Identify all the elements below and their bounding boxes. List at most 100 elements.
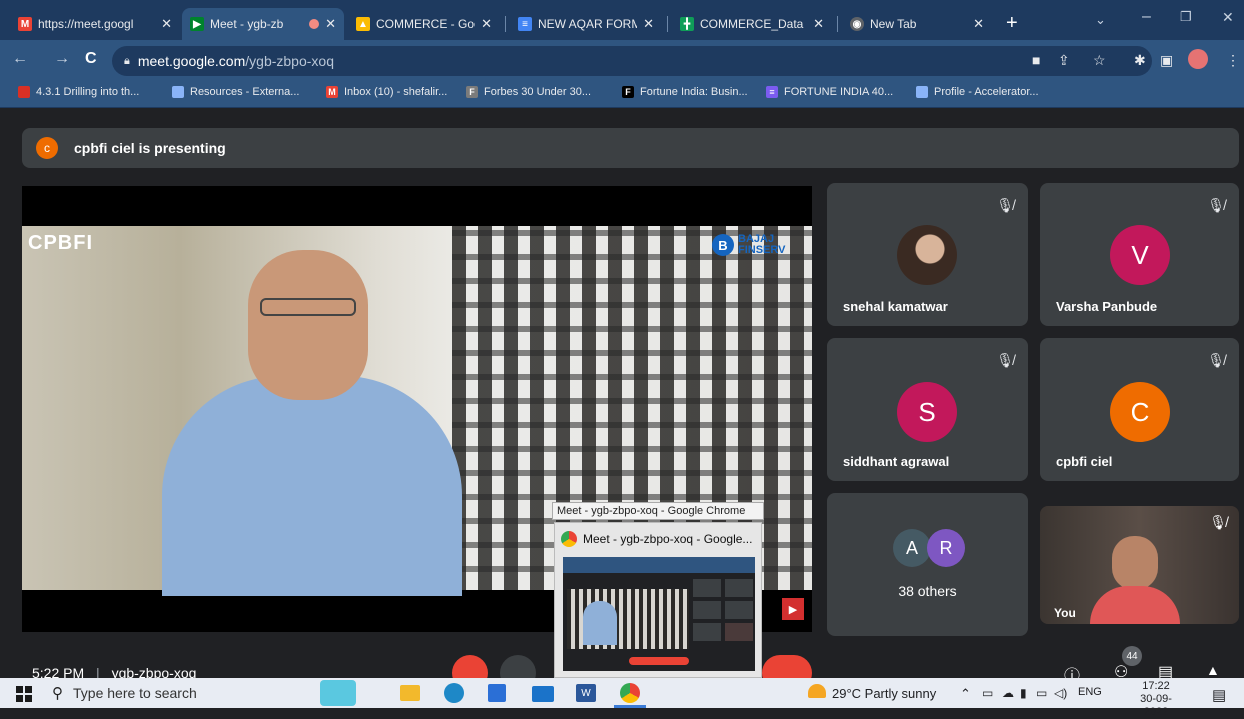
sheets-icon: ╋ [680,17,694,31]
extensions-icon[interactable]: ✱ [1134,52,1146,69]
chrome-taskbar-icon[interactable] [620,683,640,703]
tab-new[interactable]: ◉ New Tab ✕ [842,8,992,40]
taskbar-preview[interactable]: Meet - ygb-zbpo-xoq - Google... [554,522,762,678]
bookmark-doc-icon [172,86,184,98]
tab-divider [505,16,506,32]
bookmark-doc-icon [916,86,928,98]
widgets-icon[interactable] [320,680,356,706]
tray-chevron-icon[interactable]: ⌃ [960,686,971,702]
back-icon[interactable]: ← [12,50,28,68]
fortune-icon: F [622,86,634,98]
close-icon[interactable]: ✕ [325,16,336,32]
forms-icon: ≡ [518,17,532,31]
tab-forms[interactable]: ≡ NEW AQAR FORM/ ✕ [510,8,662,40]
avatar: V [1110,225,1170,285]
self-tile[interactable]: 🎙︎̸ You [1040,506,1239,624]
bajaj-logo-icon: B [712,234,734,256]
reload-icon[interactable]: C [85,50,97,68]
profile-avatar[interactable] [1188,49,1208,69]
file-explorer-icon[interactable] [400,685,420,701]
participant-tile[interactable]: 🎙︎̸ V Varsha Panbude [1040,183,1239,326]
bookmark-item[interactable]: M Inbox (10) - shefalir... [326,86,447,98]
weather-icon [808,684,826,698]
close-icon[interactable]: ✕ [643,16,654,32]
bookmark-item[interactable]: ≡ FORTUNE INDIA 40... [766,86,893,98]
cpbfi-watermark: CPBFI [28,232,93,254]
battery-icon[interactable]: ▭ [1036,686,1047,700]
preview-thumbnail [563,557,755,671]
minimize-icon[interactable]: – [1142,8,1151,26]
address-bar[interactable]: 🔒︎ meet.google.com/ygb-zbpo-xoq [112,46,1152,76]
language-indicator[interactable]: ENG [1078,686,1102,698]
bookmark-item[interactable]: Resources - Externa... [172,86,299,98]
window-close-icon[interactable]: ✕ [1222,9,1234,26]
taskbar-search[interactable]: ⚲ Type here to search [52,680,302,706]
mic-off-icon: 🎙︎̸ [1207,197,1225,213]
bookmark-item[interactable]: Profile - Accelerator... [916,86,1039,98]
list-icon: ≡ [766,86,778,98]
tab-sheets[interactable]: ╋ COMMERCE_Data ✕ [672,8,832,40]
participant-tile[interactable]: 🎙︎̸ C cpbfi ciel [1040,338,1239,481]
edge-icon[interactable] [444,683,464,703]
youtube-icon: ▶ [782,598,804,620]
mic-icon[interactable]: ▮ [1020,686,1027,700]
lock-icon: 🔒︎ [124,54,130,67]
self-face [1112,536,1158,590]
avatar: A [893,529,931,567]
search-icon: ⚲ [52,685,63,702]
others-tile[interactable]: A R 38 others [827,493,1028,636]
avatar: S [897,382,957,442]
gmail-icon: M [326,86,338,98]
star-icon[interactable]: ☆ [1093,52,1106,69]
bookmark-item[interactable]: F Forbes 30 Under 30... [466,86,591,98]
onedrive-icon[interactable]: ☁ [1002,686,1014,700]
mic-off-icon: 🎙︎̸ [996,197,1014,213]
clock[interactable]: 17:22 30-09-2022 [1128,680,1184,719]
window-tooltip: Meet - ygb-zbpo-xoq - Google Chrome [552,502,764,520]
tab-gmail[interactable]: M https://meet.googl ✕ [10,8,180,40]
mic-off-icon: 🎙︎̸ [1207,352,1225,368]
close-icon[interactable]: ✕ [481,16,492,32]
tab-search-icon[interactable]: ⌄ [1095,12,1106,28]
close-icon[interactable]: ✕ [973,16,984,32]
close-icon[interactable]: ✕ [161,16,172,32]
mic-off-icon: 🎙︎̸ [996,352,1014,368]
restore-icon[interactable]: ❐ [1180,9,1192,25]
windows-start-icon[interactable] [16,686,32,702]
share-icon[interactable]: ⇪ [1058,52,1070,69]
avatar: C [1110,382,1170,442]
drive-icon: ▲ [356,17,370,31]
word-icon[interactable]: W [576,684,596,702]
store-icon[interactable] [488,684,506,702]
bookmark-item[interactable]: F Fortune India: Busin... [622,86,748,98]
speaker-shirt [162,376,462,596]
chrome-icon [561,531,577,547]
bookmark-red-icon [18,86,30,98]
speaker-glasses [260,298,356,316]
preview-title: Meet - ygb-zbpo-xoq - Google... [583,532,753,546]
new-tab-button[interactable]: + [1006,12,1018,35]
avatar: R [927,529,965,567]
participant-tile[interactable]: 🎙︎̸ snehal kamatwar [827,183,1028,326]
speaker-face [248,250,368,400]
menu-icon[interactable]: ⋮ [1226,52,1240,69]
volume-icon[interactable]: ◁) [1054,686,1067,700]
weather-text[interactable]: 29°C Partly sunny [832,686,936,701]
tab-drive[interactable]: ▲ COMMERCE - Goo ✕ [348,8,500,40]
forward-icon[interactable]: → [54,50,70,68]
bajaj-logo: B BAJAJ FINSERV [712,234,810,256]
close-icon[interactable]: ✕ [813,16,824,32]
camera-icon[interactable]: ■ [1032,52,1040,68]
participant-tile[interactable]: 🎙︎̸ S siddhant agrawal [827,338,1028,481]
activities-icon[interactable]: ▲ [1206,662,1220,678]
notification-icon[interactable]: ▤ [1212,686,1226,704]
meet-icon: ▶ [190,17,204,31]
presenter-avatar: c [36,137,58,159]
side-panel-icon[interactable]: ▣ [1160,52,1173,69]
presenting-text: cpbfi ciel is presenting [74,140,226,156]
tab-meet[interactable]: ▶ Meet - ygb-zb ✕ [182,8,344,40]
meet-tray-icon[interactable]: ▭ [982,686,993,700]
participant-photo-image [897,225,957,285]
mail-icon[interactable] [532,686,554,702]
bookmark-item[interactable]: 4.3.1 Drilling into th... [18,86,139,98]
